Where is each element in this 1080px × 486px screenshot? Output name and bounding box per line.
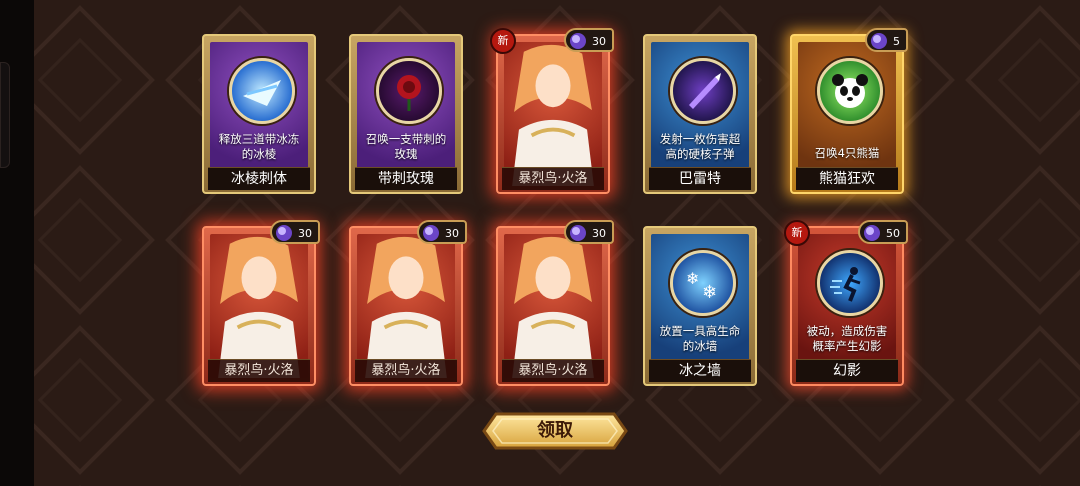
card-hero[interactable]: 30 暴烈鸟·火洛 — [349, 220, 467, 386]
card-desc: 放置一具高生命的冰墙 — [659, 324, 741, 353]
card-name: 暴烈鸟·火洛 — [208, 359, 310, 382]
new-badge: 新 — [490, 28, 516, 54]
gem-icon — [423, 225, 439, 241]
card-hero[interactable]: 新 30 暴烈鸟·火洛 — [490, 28, 614, 194]
card-hero[interactable]: 30 暴烈鸟·火洛 — [202, 220, 320, 386]
card-desc: 召唤4只熊猫 — [814, 146, 880, 160]
card-desc: 召唤一支带刺的玫瑰 — [365, 132, 447, 161]
gem-icon — [570, 33, 586, 49]
side-tab[interactable] — [0, 62, 10, 168]
hero-portrait-icon — [512, 44, 594, 186]
ice-shard-icon — [229, 58, 295, 124]
claim-button[interactable]: 领取 — [482, 410, 628, 452]
card-desc: 被动，造成伤害概率产生幻影 — [806, 324, 888, 353]
bullet-icon — [670, 58, 736, 124]
cost-badge: 30 — [417, 220, 467, 244]
svg-text:❄: ❄ — [702, 282, 717, 303]
card-bullet[interactable]: 发射一枚伤害超高的硬核子弹 巴雷特 — [643, 34, 757, 194]
hero-portrait-icon — [218, 236, 300, 378]
phantom-runner-icon — [817, 250, 883, 316]
gem-icon — [276, 225, 292, 241]
card-ice-shard[interactable]: 释放三道带冰冻的冰棱 冰棱刺体 — [202, 34, 316, 194]
card-hero[interactable]: 30 暴烈鸟·火洛 — [496, 220, 614, 386]
ice-wall-icon: ❄ ❄ — [670, 250, 736, 316]
cost-badge: 30 — [564, 220, 614, 244]
cost-badge: 30 — [270, 220, 320, 244]
card-name: 冰棱刺体 — [208, 167, 310, 190]
card-name: 冰之墙 — [649, 359, 751, 382]
hero-portrait-icon — [512, 236, 594, 378]
claim-label: 领取 — [537, 420, 573, 441]
card-name: 暴烈鸟·火洛 — [502, 359, 604, 382]
card-name: 熊猫狂欢 — [796, 167, 898, 190]
gem-icon — [871, 33, 887, 49]
card-name: 带刺玫瑰 — [355, 167, 457, 190]
card-rose[interactable]: 召唤一支带刺的玫瑰 带刺玫瑰 — [349, 34, 463, 194]
svg-text:❄: ❄ — [686, 269, 699, 288]
card-desc: 释放三道带冰冻的冰棱 — [218, 132, 300, 161]
card-name: 幻影 — [796, 359, 898, 382]
panda-icon — [817, 58, 883, 124]
card-name: 暴烈鸟·火洛 — [355, 359, 457, 382]
card-name: 巴雷特 — [649, 167, 751, 190]
card-ice-wall[interactable]: ❄ ❄ 放置一具高生命的冰墙 冰之墙 — [643, 226, 757, 386]
new-badge: 新 — [784, 220, 810, 246]
cost-badge: 30 — [564, 28, 614, 52]
card-desc: 发射一枚伤害超高的硬核子弹 — [659, 132, 741, 161]
card-phantom[interactable]: 被动，造成伤害概率产生幻影 新 50 幻影 — [784, 220, 908, 386]
cost-badge: 50 — [858, 220, 908, 244]
cost-badge: 5 — [865, 28, 908, 52]
gem-icon — [864, 225, 880, 241]
card-name: 暴烈鸟·火洛 — [502, 167, 604, 190]
gem-icon — [570, 225, 586, 241]
card-panda[interactable]: 召唤4只熊猫 5 熊猫狂欢 — [790, 28, 908, 194]
rose-icon — [376, 58, 442, 124]
hero-portrait-icon — [365, 236, 447, 378]
